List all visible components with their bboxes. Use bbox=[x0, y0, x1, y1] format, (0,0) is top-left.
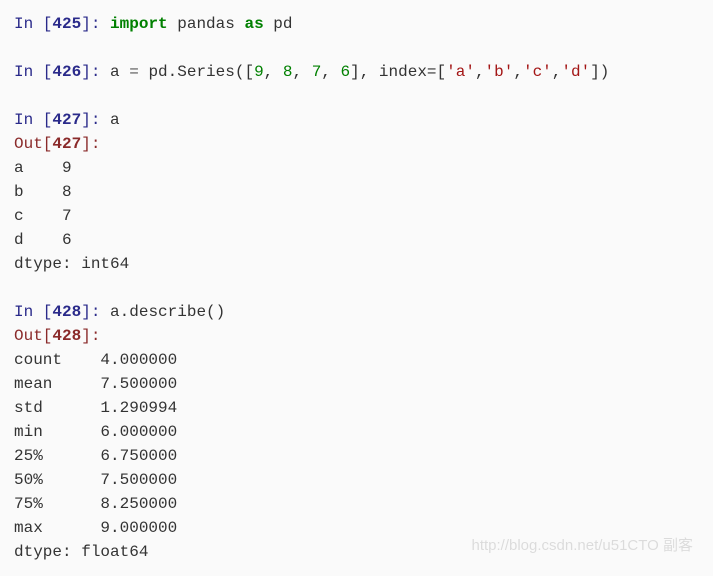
input-cell: In [426]: a = pd.Series([9, 8, 7, 6], in… bbox=[14, 60, 699, 84]
code-token: , bbox=[475, 63, 485, 81]
output-line: 25% 6.750000 bbox=[14, 444, 699, 468]
output-line: max 9.000000 bbox=[14, 516, 699, 540]
code-token: , bbox=[513, 63, 523, 81]
prompt-number: 427 bbox=[52, 135, 81, 153]
code-token: as bbox=[244, 15, 273, 33]
output-line: b 8 bbox=[14, 180, 699, 204]
in-prompt: In [426]: bbox=[14, 63, 110, 81]
code-token: 9 bbox=[254, 63, 264, 81]
blank-line bbox=[14, 276, 699, 300]
output-line: dtype: float64 bbox=[14, 540, 699, 564]
input-cell: In [428]: a.describe() bbox=[14, 300, 699, 324]
output-line: mean 7.500000 bbox=[14, 372, 699, 396]
in-prompt: In [427]: bbox=[14, 111, 110, 129]
prompt-number: 428 bbox=[52, 303, 81, 321]
code-token: a bbox=[110, 63, 129, 81]
code-token: , bbox=[264, 63, 283, 81]
code-token: ], index=[ bbox=[350, 63, 446, 81]
output-line: min 6.000000 bbox=[14, 420, 699, 444]
output-line: d 6 bbox=[14, 228, 699, 252]
code-token: 'b' bbox=[485, 63, 514, 81]
code-token: pd.Series([ bbox=[148, 63, 254, 81]
prompt-number: 425 bbox=[52, 15, 81, 33]
prompt-number: 428 bbox=[52, 327, 81, 345]
prompt-number: 427 bbox=[52, 111, 81, 129]
output-prompt-line: Out[428]: bbox=[14, 324, 699, 348]
out-prompt: Out[427]: bbox=[14, 135, 110, 153]
code-token: = bbox=[129, 63, 148, 81]
code-token: 'c' bbox=[523, 63, 552, 81]
output-line: dtype: int64 bbox=[14, 252, 699, 276]
code-token: pd bbox=[273, 15, 292, 33]
output-line: count 4.000000 bbox=[14, 348, 699, 372]
out-prompt: Out[428]: bbox=[14, 327, 110, 345]
output-line: std 1.290994 bbox=[14, 396, 699, 420]
input-cell: In [427]: a bbox=[14, 108, 699, 132]
code-token: import bbox=[110, 15, 177, 33]
output-prompt-line: Out[427]: bbox=[14, 132, 699, 156]
code-token: , bbox=[321, 63, 340, 81]
code-token: a bbox=[110, 111, 120, 129]
blank-line bbox=[14, 84, 699, 108]
blank-line bbox=[14, 36, 699, 60]
code-token: a.describe() bbox=[110, 303, 225, 321]
in-prompt: In [428]: bbox=[14, 303, 110, 321]
output-line: a 9 bbox=[14, 156, 699, 180]
input-cell: In [425]: import pandas as pd bbox=[14, 12, 699, 36]
code-token: pandas bbox=[177, 15, 244, 33]
output-line: c 7 bbox=[14, 204, 699, 228]
in-prompt: In [425]: bbox=[14, 15, 110, 33]
code-token: ]) bbox=[590, 63, 609, 81]
code-token: , bbox=[552, 63, 562, 81]
code-token: , bbox=[292, 63, 311, 81]
code-token: 'a' bbox=[446, 63, 475, 81]
code-token: 6 bbox=[341, 63, 351, 81]
jupyter-code-block: In [425]: import pandas as pd In [426]: … bbox=[0, 0, 713, 576]
code-token: 7 bbox=[312, 63, 322, 81]
output-line: 50% 7.500000 bbox=[14, 468, 699, 492]
output-line: 75% 8.250000 bbox=[14, 492, 699, 516]
prompt-number: 426 bbox=[52, 63, 81, 81]
code-token: 'd' bbox=[561, 63, 590, 81]
